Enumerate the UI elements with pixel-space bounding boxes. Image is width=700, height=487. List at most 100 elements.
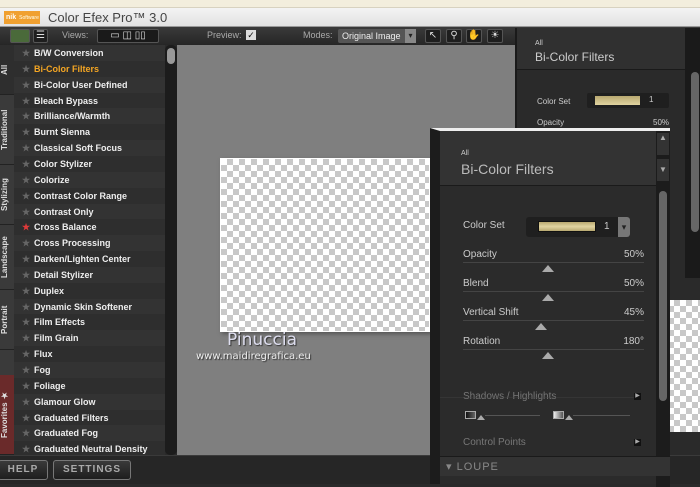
split-view-icon[interactable]: ◫ xyxy=(122,30,131,41)
scroll-up-icon[interactable]: ▲ xyxy=(657,133,669,155)
star-icon[interactable]: ★ xyxy=(22,299,30,315)
filter-item[interactable]: ★ Darken/Lighten Center xyxy=(14,251,165,267)
star-icon[interactable]: ★ xyxy=(22,235,30,251)
color-swatch xyxy=(538,221,596,232)
filter-item[interactable]: ★ Bleach Bypass xyxy=(14,93,165,109)
star-icon[interactable]: ★ xyxy=(22,124,30,140)
star-icon[interactable]: ★ xyxy=(22,45,30,61)
filter-item[interactable]: ★ Classical Soft Focus xyxy=(14,140,165,156)
preview-checkbox[interactable]: ✓ xyxy=(246,30,256,40)
side-by-side-icon[interactable]: ▯▯ xyxy=(135,30,146,41)
slider-track[interactable] xyxy=(463,262,644,263)
highlights-slider-handle[interactable] xyxy=(565,415,573,420)
filter-item[interactable]: ★ Cross Balance xyxy=(14,219,165,235)
star-icon[interactable]: ★ xyxy=(22,219,30,235)
filter-item[interactable]: ★ Contrast Color Range xyxy=(14,188,165,204)
star-icon[interactable]: ★ xyxy=(22,362,30,378)
highlights-slider[interactable] xyxy=(573,415,630,416)
arrow-tool-icon[interactable]: ↖ xyxy=(425,29,441,43)
filter-item[interactable]: ★ Fog xyxy=(14,362,165,378)
mode-value: Original Image xyxy=(342,31,401,41)
star-icon[interactable]: ★ xyxy=(22,410,30,426)
star-icon[interactable]: ★ xyxy=(22,140,30,156)
tab-landscape[interactable]: Landscape xyxy=(0,225,14,290)
filter-item[interactable]: ★ Flux xyxy=(14,346,165,362)
app-title: Color Efex Pro™ 3.0 xyxy=(48,10,168,25)
list-view-icon[interactable]: ☰ xyxy=(33,29,48,43)
star-icon[interactable]: ★ xyxy=(22,283,30,299)
filter-item[interactable]: ★ Film Grain xyxy=(14,330,165,347)
filter-item[interactable]: ★ Foliage xyxy=(14,378,165,394)
star-icon[interactable]: ★ xyxy=(22,346,30,362)
filter-item[interactable]: ★ Cross Processing xyxy=(14,235,165,252)
filter-item[interactable]: ★ Color Stylizer xyxy=(14,156,165,172)
filter-item[interactable]: ★ Graduated Filters xyxy=(14,410,165,426)
single-view-icon[interactable]: ▭ xyxy=(110,30,119,41)
expand-arrow-icon[interactable]: ▶ xyxy=(634,393,641,400)
star-icon[interactable]: ★ xyxy=(22,204,30,220)
color-set-value: 1 xyxy=(604,221,610,232)
star-icon[interactable]: ★ xyxy=(22,267,30,283)
filter-item[interactable]: ★ Bi-Color Filters xyxy=(14,61,165,77)
tab-traditional[interactable]: Traditional xyxy=(0,95,14,165)
star-icon[interactable]: ★ xyxy=(22,172,30,188)
shadows-slider-handle[interactable] xyxy=(477,415,485,420)
star-icon[interactable]: ★ xyxy=(22,108,30,124)
scroll-thumb[interactable] xyxy=(659,191,667,401)
back-scroll-thumb[interactable] xyxy=(691,72,699,232)
star-icon[interactable]: ★ xyxy=(22,93,30,109)
help-button[interactable]: HELP xyxy=(0,460,48,480)
filter-item[interactable]: ★ Film Effects xyxy=(14,314,165,330)
filter-item[interactable]: ★ Glamour Glow xyxy=(14,393,165,410)
modes-select[interactable]: Original Image ▾ xyxy=(338,29,416,43)
filter-item[interactable]: ★ Graduated Fog xyxy=(14,425,165,442)
slider-value: 50% xyxy=(623,249,644,260)
star-icon[interactable]: ★ xyxy=(22,251,30,267)
star-icon[interactable]: ★ xyxy=(22,378,30,394)
hand-tool-icon[interactable]: ✋ xyxy=(466,29,482,43)
filter-item[interactable]: ★ Duplex xyxy=(14,283,165,299)
slider-handle[interactable] xyxy=(542,294,555,301)
slider-track[interactable] xyxy=(463,320,644,321)
filter-item[interactable]: ★ Bi-Color User Defined xyxy=(14,76,165,93)
zoom-tool-icon[interactable]: ⚲ xyxy=(446,29,462,43)
tab-stylizing[interactable]: Stylizing xyxy=(0,165,14,225)
color-set-select[interactable]: 1 ▾ xyxy=(526,217,630,237)
filter-item[interactable]: ★ Detail Stylizer xyxy=(14,266,165,283)
settings-button[interactable]: SETTINGS xyxy=(53,460,131,480)
slider-track[interactable] xyxy=(463,291,644,292)
star-icon[interactable]: ★ xyxy=(22,425,30,441)
star-icon[interactable]: ★ xyxy=(22,394,30,410)
filter-item[interactable]: ★ Burnt Sienna xyxy=(14,124,165,140)
star-icon[interactable]: ★ xyxy=(22,156,30,172)
scroll-down-icon[interactable]: ▼ xyxy=(657,159,669,181)
control-points-header[interactable]: Control Points xyxy=(463,437,526,448)
star-icon[interactable]: ★ xyxy=(22,314,30,330)
slider-track[interactable] xyxy=(463,349,644,350)
star-icon[interactable]: ★ xyxy=(22,61,30,77)
panel-scrollbar[interactable]: ▲ ▼ xyxy=(656,131,670,487)
tab-all[interactable]: All xyxy=(0,45,14,95)
slider-handle[interactable] xyxy=(534,323,547,330)
star-icon[interactable]: ★ xyxy=(22,330,30,346)
shadows-slider[interactable] xyxy=(485,415,540,416)
expand-arrow-icon[interactable]: ▶ xyxy=(634,439,641,446)
filter-item[interactable]: ★ Brilliance/Warmth xyxy=(14,108,165,125)
filter-item[interactable]: ★ Dynamic Skin Softener xyxy=(14,298,165,315)
slider-handle[interactable] xyxy=(542,352,555,359)
back-color-set-select[interactable]: 1 xyxy=(587,93,669,108)
tab-portrait[interactable]: Portrait xyxy=(0,290,14,350)
scroll-thumb[interactable] xyxy=(167,48,175,64)
tab-favorites[interactable]: Favorites ★ xyxy=(0,375,14,455)
filter-item[interactable]: ★ B/W Conversion xyxy=(14,45,165,61)
filter-list-scrollbar[interactable] xyxy=(165,45,177,455)
preview-image xyxy=(220,158,430,332)
filter-item[interactable]: ★ Contrast Only xyxy=(14,203,165,220)
filter-browser-icon[interactable] xyxy=(10,29,30,43)
star-icon[interactable]: ★ xyxy=(22,188,30,204)
slider-handle[interactable] xyxy=(542,265,555,272)
light-tool-icon[interactable]: ☀ xyxy=(487,29,503,43)
loupe-section[interactable]: ▾ LOUPE xyxy=(440,456,670,476)
star-icon[interactable]: ★ xyxy=(22,77,30,93)
filter-item[interactable]: ★ Colorize xyxy=(14,171,165,188)
